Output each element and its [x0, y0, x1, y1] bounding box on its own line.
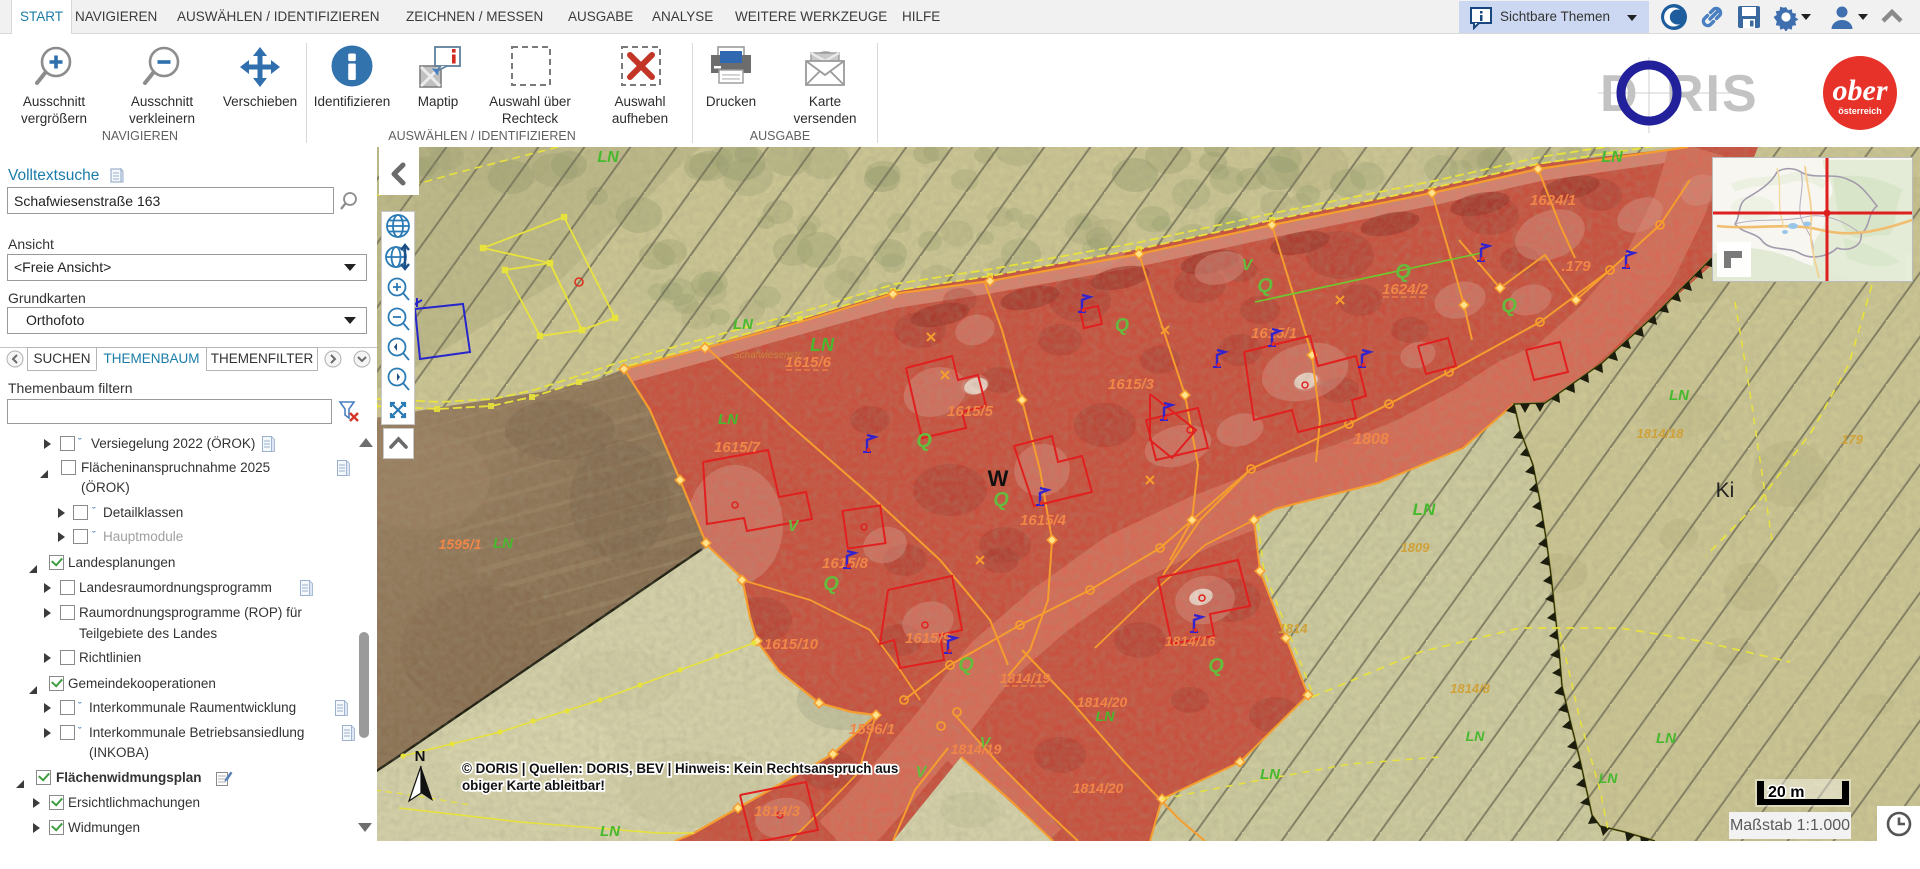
svg-text:Schafwiesenstr.: Schafwiesenstr. — [733, 350, 803, 361]
svg-text:LN: LN — [597, 149, 619, 166]
svg-text:W: W — [988, 466, 1009, 491]
svg-text:.179: .179 — [1561, 258, 1591, 275]
svg-text:1814/20: 1814/20 — [1073, 780, 1124, 796]
svg-text:V: V — [916, 764, 928, 781]
svg-text:1814/19: 1814/19 — [1000, 670, 1051, 686]
svg-text:1615/10: 1615/10 — [764, 636, 819, 653]
svg-text:LN: LN — [1601, 149, 1623, 166]
svg-text:LN: LN — [1466, 728, 1486, 744]
svg-text:20 m: 20 m — [1768, 784, 1804, 801]
svg-text:LN: LN — [1599, 770, 1619, 786]
svg-text:Q: Q — [823, 573, 839, 595]
svg-text:LN: LN — [1096, 708, 1116, 724]
svg-text:1814/20: 1814/20 — [1077, 694, 1128, 710]
svg-text:obiger Karte ableitbar!: obiger Karte ableitbar! — [462, 778, 605, 793]
svg-text:österreich: österreich — [1838, 106, 1882, 116]
svg-text:N: N — [415, 748, 426, 765]
svg-text:1615/5: 1615/5 — [947, 403, 994, 420]
svg-text:1814: 1814 — [1279, 621, 1309, 636]
svg-text:Q: Q — [916, 430, 932, 452]
svg-text:Q: Q — [1395, 261, 1411, 283]
svg-text:1814/19: 1814/19 — [951, 741, 1002, 757]
svg-text:Q: Q — [1257, 275, 1273, 297]
svg-text:LN: LN — [1669, 387, 1690, 404]
svg-text:V: V — [1242, 257, 1254, 274]
svg-text:Q: Q — [1501, 295, 1517, 317]
svg-text:1809: 1809 — [1401, 540, 1431, 555]
svg-text:1814/18: 1814/18 — [1637, 426, 1685, 441]
svg-text:Q: Q — [1115, 315, 1129, 335]
svg-text:1615/8: 1615/8 — [822, 555, 869, 572]
svg-text:V: V — [788, 518, 800, 535]
svg-text:LN: LN — [1260, 766, 1281, 783]
svg-text:1814/8: 1814/8 — [1450, 681, 1491, 696]
svg-text:Q: Q — [1208, 655, 1224, 677]
svg-text:LN: LN — [733, 316, 754, 333]
svg-text:Q: Q — [958, 654, 974, 676]
svg-text:1615/4: 1615/4 — [1020, 512, 1067, 529]
svg-text:1814/16: 1814/16 — [1165, 633, 1216, 649]
svg-text:1596/1: 1596/1 — [849, 721, 895, 738]
svg-text:LN: LN — [718, 411, 739, 428]
svg-text:179: 179 — [1841, 432, 1863, 447]
svg-text:1808: 1808 — [1353, 431, 1389, 448]
svg-text:1615/9: 1615/9 — [905, 630, 952, 647]
svg-text:LN: LN — [1413, 500, 1436, 519]
svg-text:© DORIS | Quellen: DORIS, BEV: © DORIS | Quellen: DORIS, BEV | Hinweis:… — [462, 761, 898, 776]
svg-text:1595/1: 1595/1 — [439, 536, 482, 552]
svg-text:1624/2: 1624/2 — [1382, 281, 1429, 298]
svg-text:ober: ober — [1833, 74, 1888, 107]
svg-text:LN: LN — [1656, 730, 1677, 747]
svg-text:LN: LN — [810, 335, 835, 355]
svg-text:1615/3: 1615/3 — [1108, 376, 1155, 393]
svg-text:1615/7: 1615/7 — [714, 439, 761, 456]
svg-text:LN: LN — [493, 535, 514, 552]
svg-text:1624/1: 1624/1 — [1530, 192, 1576, 209]
svg-text:LN: LN — [600, 823, 621, 840]
svg-text:Ki: Ki — [1716, 479, 1735, 502]
svg-text:1814/3: 1814/3 — [754, 803, 801, 820]
svg-text:Q: Q — [993, 489, 1009, 511]
